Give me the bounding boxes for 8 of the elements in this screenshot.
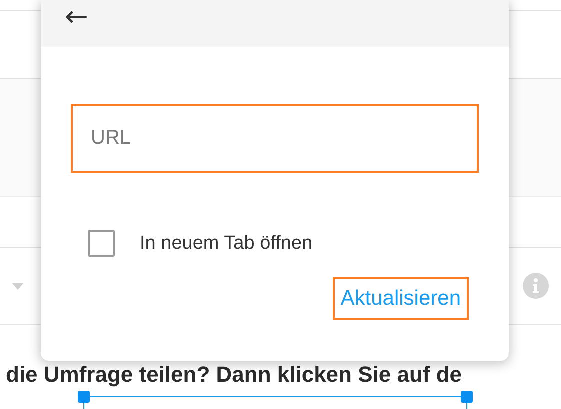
- info-icon[interactable]: [523, 273, 549, 299]
- back-button[interactable]: ←: [61, 2, 92, 30]
- selection-handles-drawing[interactable]: [78, 391, 474, 409]
- url-field[interactable]: URL: [71, 104, 479, 173]
- dropdown-caret-icon[interactable]: [12, 282, 24, 290]
- body-text: die Umfrage teilen? Dann klicken Sie auf de: [5, 361, 464, 387]
- checkbox[interactable]: [88, 230, 115, 257]
- checkbox-label: In neuem Tab öffnen: [140, 232, 313, 254]
